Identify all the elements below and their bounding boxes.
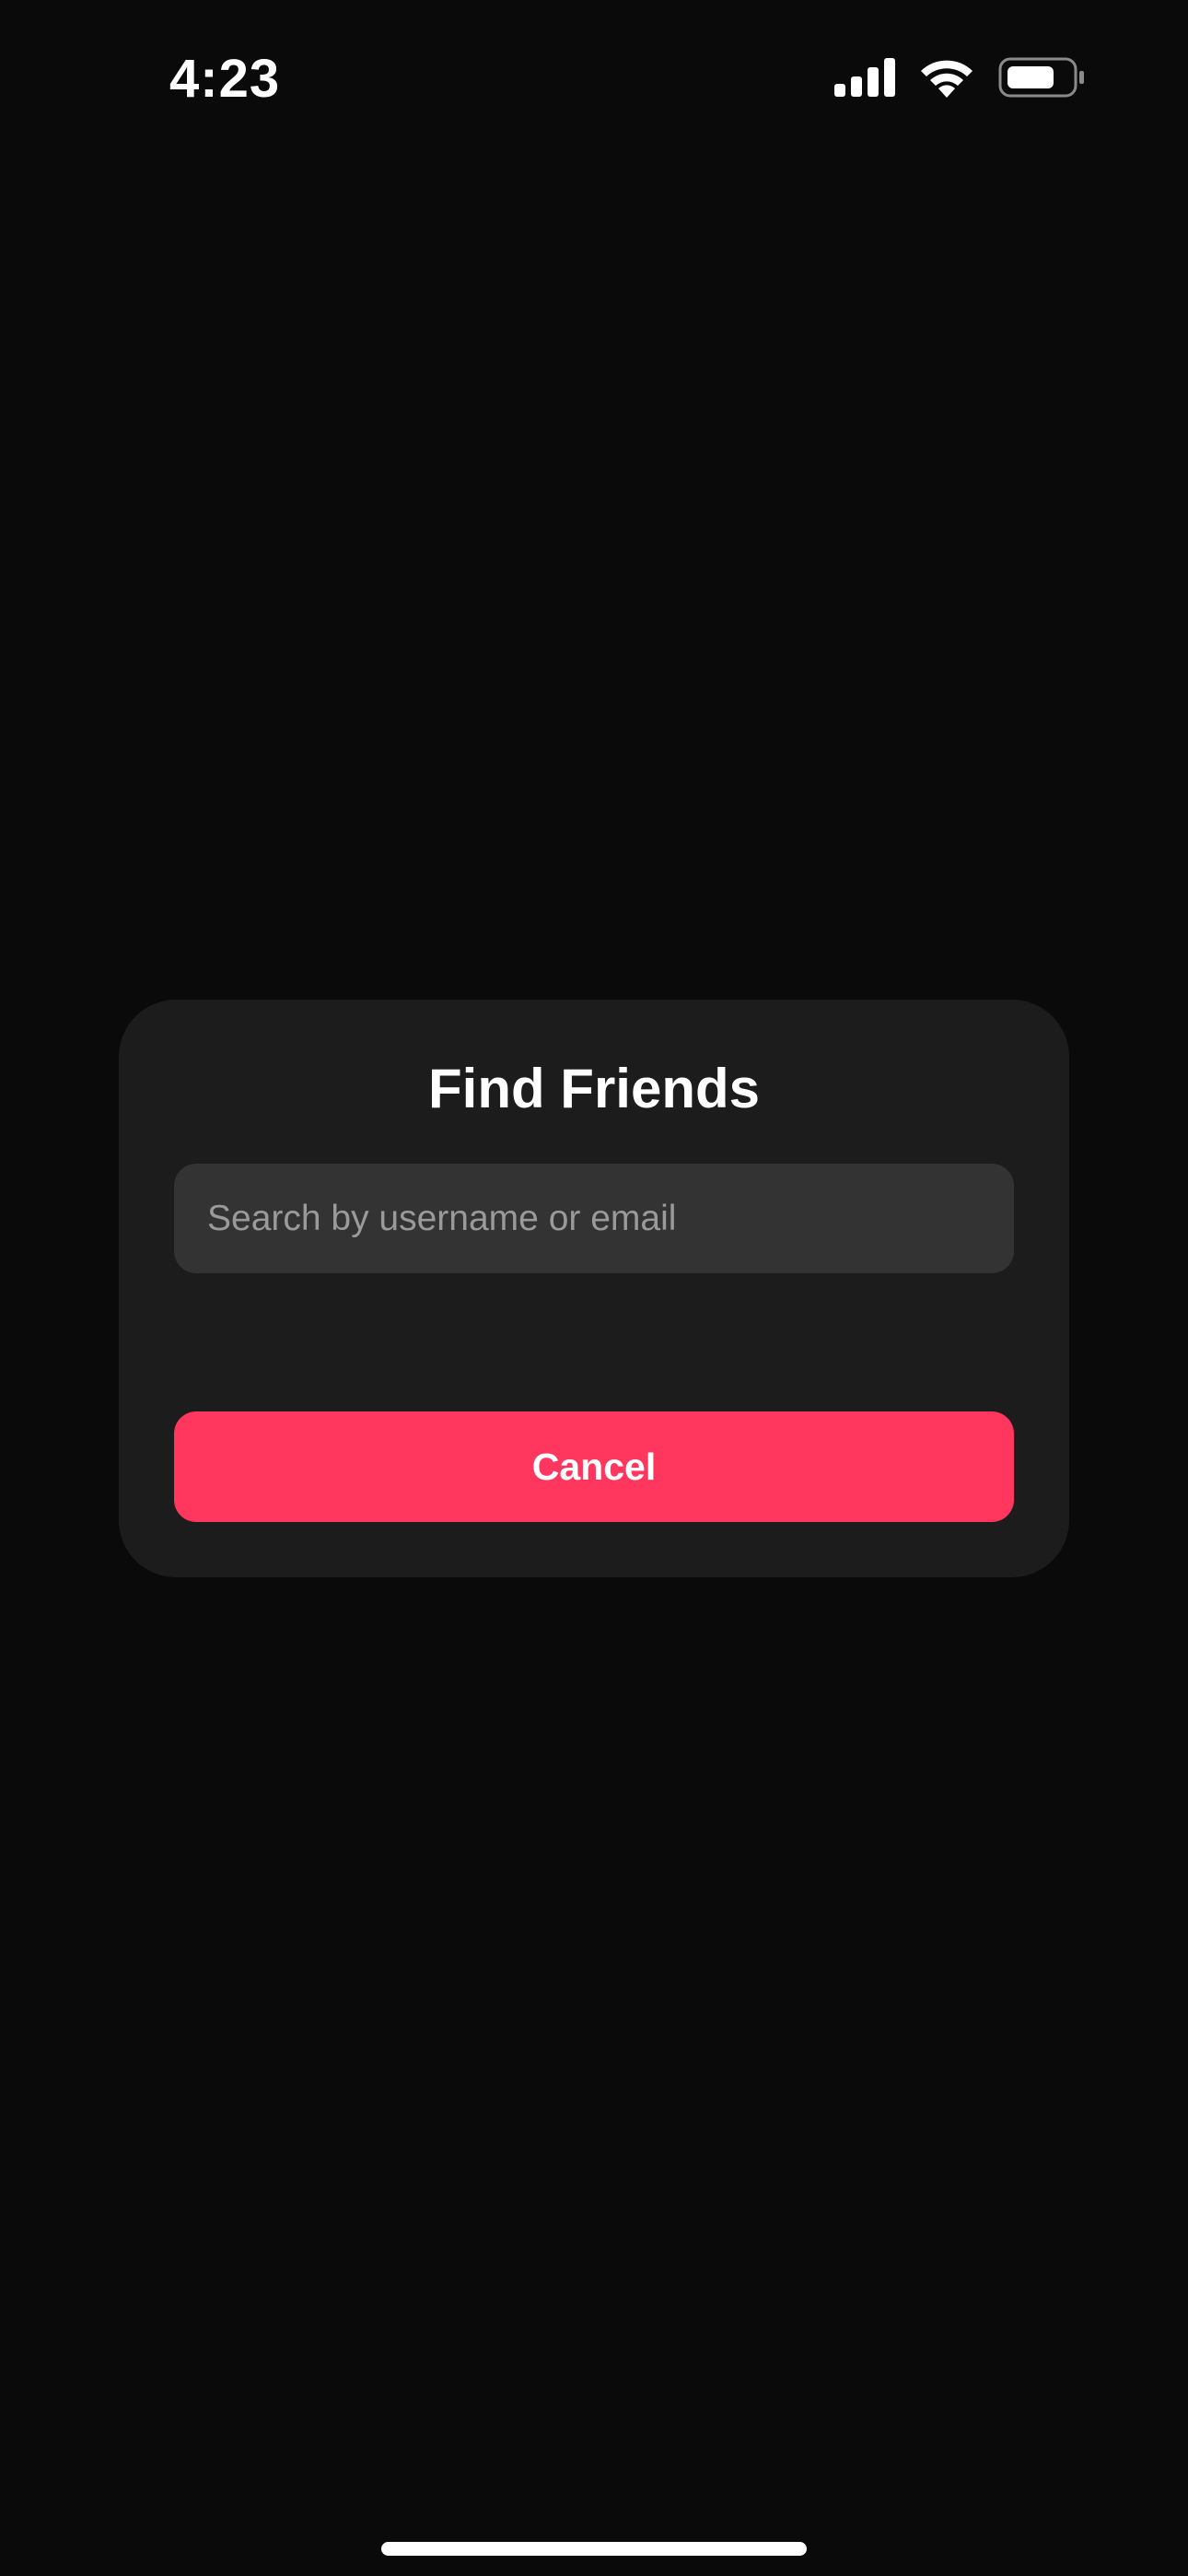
search-input[interactable] (174, 1164, 1014, 1273)
cancel-button[interactable]: Cancel (174, 1411, 1014, 1522)
find-friends-dialog: Find Friends Cancel (119, 1000, 1069, 1577)
status-time: 4:23 (169, 49, 281, 109)
dialog-title: Find Friends (428, 1058, 760, 1119)
wifi-icon (921, 60, 973, 98)
battery-icon (998, 57, 1084, 98)
status-icons (834, 57, 1085, 98)
signal-icon (834, 58, 895, 97)
status-bar: 4:23 (0, 0, 1188, 161)
home-indicator[interactable] (381, 2542, 807, 2556)
